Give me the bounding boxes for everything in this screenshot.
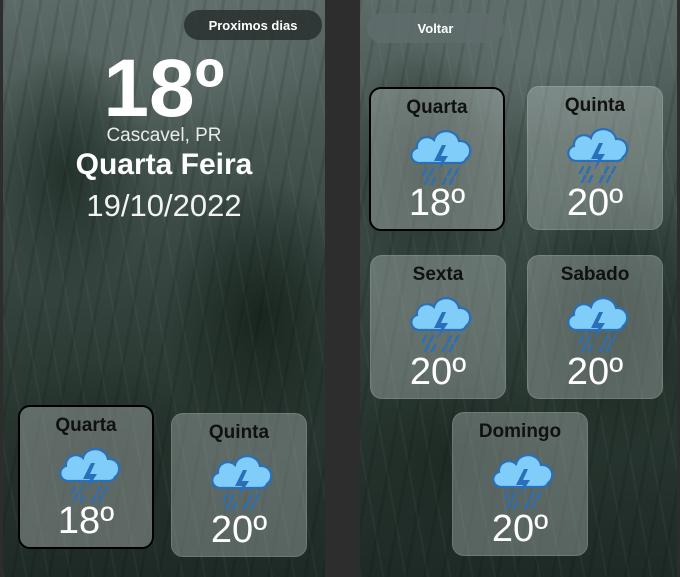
back-button[interactable]: Voltar	[367, 13, 504, 43]
next-days-button[interactable]: Proximos dias	[184, 10, 322, 40]
card-temperature: 18º	[408, 182, 466, 224]
forecast-card-domingo[interactable]: Domingo 20º	[452, 412, 588, 556]
card-temperature: 20º	[210, 509, 268, 551]
card-day-label: Sexta	[412, 264, 464, 285]
card-temperature: 20º	[491, 508, 549, 550]
home-screen: Proximos dias 18º Cascavel, PR Quarta Fe…	[3, 0, 325, 577]
current-temperature: 18º	[103, 43, 225, 134]
rain-thunder-icon	[406, 290, 476, 354]
rain-thunder-icon	[563, 121, 633, 185]
card-day-label: Sabado	[560, 264, 630, 285]
forecast-card-sexta[interactable]: Sexta 20º	[370, 255, 506, 399]
card-temperature: 20º	[409, 351, 467, 393]
card-temperature: 20º	[566, 351, 624, 393]
card-day-label: Quinta	[564, 95, 626, 116]
rain-thunder-icon	[207, 448, 277, 512]
forecast-card-quinta[interactable]: Quinta 20º	[527, 86, 663, 230]
day-card-quinta[interactable]: Quinta 20º	[171, 413, 307, 557]
rain-thunder-icon	[55, 441, 125, 505]
date-label: 19/10/2022	[86, 188, 242, 223]
forecast-screen: Voltar Quarta 18º Quinta 20º Sexta 20º S…	[360, 0, 677, 577]
rain-thunder-icon	[488, 447, 558, 511]
card-day-label: Quarta	[406, 97, 468, 118]
forecast-card-sabado[interactable]: Sabado 20º	[527, 255, 663, 399]
rain-thunder-icon	[563, 290, 633, 354]
card-temperature: 20º	[566, 182, 624, 224]
card-temperature: 18º	[57, 500, 115, 542]
weekday-label: Quarta Feira	[75, 148, 253, 181]
card-day-label: Domingo	[478, 421, 562, 442]
card-day-label: Quarta	[55, 415, 117, 436]
day-card-quarta[interactable]: Quarta 18º	[18, 405, 154, 549]
city-label: Cascavel, PR	[106, 125, 222, 146]
rain-thunder-icon	[406, 123, 476, 187]
forecast-card-quarta[interactable]: Quarta 18º	[369, 87, 505, 231]
card-day-label: Quinta	[208, 422, 270, 443]
